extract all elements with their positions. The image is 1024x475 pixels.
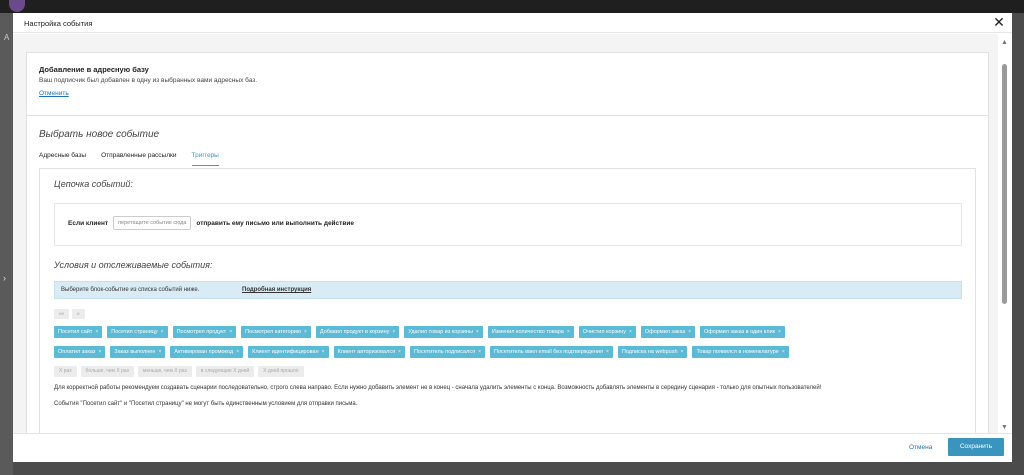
event-tag[interactable]: Оформил заказ × [640,326,695,338]
hint-text: Выберите блок-событие из списка событий … [61,287,200,293]
remove-icon[interactable]: × [304,326,307,338]
remove-icon[interactable]: × [161,326,164,338]
event-tags-row-1: Посетил сайт × Посетил страницу × Посмотре… [54,326,785,338]
event-tag[interactable]: Посетитель подписался × [409,346,485,358]
cancel-event-link[interactable]: Отменить [39,90,69,97]
remove-icon[interactable]: × [606,346,609,358]
event-tag[interactable]: Оплатил заказ × [54,346,106,358]
close-icon[interactable]: ✕ [992,15,1006,29]
event-tag[interactable]: Добавил продукт в корзину × [315,326,400,338]
remove-icon[interactable]: × [681,346,684,358]
remove-icon[interactable]: × [778,326,781,338]
remove-icon[interactable]: × [236,346,239,358]
tab-triggers[interactable]: Триггеры [191,152,219,166]
chain-suffix: отправить ему письмо или выполнить дейст… [196,219,354,227]
chain-row: Если клиент перетащите событие сюда отпр… [68,216,354,230]
cancel-button[interactable]: Отмена [909,444,932,451]
remove-icon[interactable]: × [478,346,481,358]
scroll-up-icon[interactable]: ▲ [1001,39,1008,46]
logic-not-button[interactable]: не [54,309,69,319]
scroll-thumb[interactable] [1002,64,1007,304]
event-tag[interactable]: Посмотрел категорию × [241,326,311,338]
restriction-note: События "Посетил сайт" и "Посетил страни… [54,401,358,407]
remove-icon[interactable]: × [158,346,161,358]
usage-note: Для корректной работы рекомендуем создав… [54,385,822,391]
cond-less-than[interactable]: меньше, чем X раз [137,366,192,377]
event-chain-box: Если клиент перетащите событие сюда отпр… [54,203,962,246]
cond-days-passed[interactable]: X дней прошло [258,366,304,377]
event-tag[interactable]: Посетил сайт × [54,326,103,338]
conditions-title: Условия и отслеживаемые события: [54,260,213,270]
tab-sent-mailings[interactable]: Отправленные рассылки [101,152,176,166]
remove-icon[interactable]: × [98,346,101,358]
logic-and-button[interactable]: и [72,309,85,319]
remove-icon[interactable]: × [567,326,570,338]
scroll-down-icon[interactable]: ▼ [1001,424,1008,431]
remove-icon[interactable]: × [476,326,479,338]
event-tag[interactable]: Товар появился в номенклатуре × [692,346,789,358]
background-letter: A [4,33,10,42]
hint-bar: Выберите блок-событие из списка событий … [54,281,962,299]
triggers-content: Цепочка событий: Если клиент перетащите … [39,168,976,433]
remove-icon[interactable]: × [398,346,401,358]
event-tag[interactable]: Удалил товар из корзины × [404,326,483,338]
event-tag[interactable]: Оформил заказ в один клик × [699,326,785,338]
event-tag[interactable]: Очистил корзину × [578,326,636,338]
remove-icon[interactable]: × [629,326,632,338]
modal-body: Добавление в адресную базу Ваш подписчик… [13,34,998,433]
cond-more-than[interactable]: больше, чем X раз [80,366,134,377]
modal-header: Настройка события ✕ [13,13,1012,33]
scrollbar[interactable]: ▲ ▼ [998,34,1012,433]
background-sidebar: A › [0,13,13,475]
avatar[interactable] [9,0,25,12]
event-tag[interactable]: Посмотрел продукт × [172,326,237,338]
event-tags-row-2: Оплатил заказ × Заказ выполнен × Активиров… [54,346,789,358]
cond-next-days[interactable]: в следующие X дней [195,366,255,377]
save-button[interactable]: Сохранить [948,438,1004,456]
modal-title: Настройка события [24,19,93,28]
remove-icon[interactable]: × [229,326,232,338]
remove-icon[interactable]: × [782,346,785,358]
condition-operators: X раз больше, чем X раз меньше, чем X ра… [54,366,304,377]
event-drop-zone[interactable]: перетащите событие сюда [113,216,192,230]
expand-arrow-icon[interactable]: › [3,273,6,283]
chain-prefix: Если клиент [68,219,109,227]
event-tag[interactable]: Клиент идентифицирован × [248,346,329,358]
remove-icon[interactable]: × [392,326,395,338]
current-event-title: Добавление в адресную базу [39,65,149,74]
current-event-panel: Добавление в адресную базу Ваш подписчик… [26,52,989,116]
app-topbar [0,0,1024,13]
new-event-section: Выбрать новое событие Адресные базы Отпр… [26,116,989,433]
event-tag[interactable]: Заказ выполнен × [110,346,166,358]
event-tag[interactable]: Посетитель ввел email без подтверждения × [489,346,613,358]
cond-x-times[interactable]: X раз [54,366,77,377]
event-settings-modal: Настройка события ✕ Добавление в адресну… [13,13,1012,462]
chain-title: Цепочка событий: [54,179,133,189]
event-tag[interactable]: Изменил количество товара × [487,326,574,338]
instruction-link[interactable]: Подробная инструкция [242,287,311,293]
modal-footer: Отмена Сохранить [13,433,1012,462]
logic-operators: не и [54,309,85,319]
tab-address-bases[interactable]: Адресные базы [39,152,86,166]
event-tabs: Адресные базы Отправленные рассылки Триг… [39,152,219,166]
event-tag[interactable]: Подписка на webpush × [617,346,688,358]
remove-icon[interactable]: × [322,346,325,358]
event-tag[interactable]: Посетил страницу × [107,326,168,338]
event-tag[interactable]: Клиент авторизовался × [333,346,405,358]
event-tag[interactable]: Активирован промокод × [170,346,244,358]
remove-icon[interactable]: × [95,326,98,338]
section-title: Выбрать новое событие [39,129,160,140]
remove-icon[interactable]: × [688,326,691,338]
current-event-description: Ваш подписчик был добавлен в одну из выб… [39,77,258,84]
